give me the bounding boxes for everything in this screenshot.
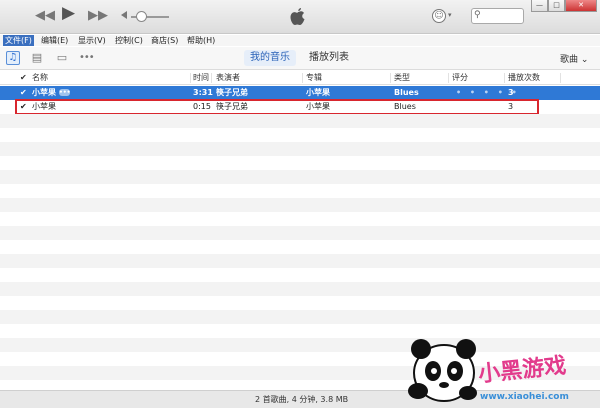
empty-row bbox=[0, 310, 600, 324]
more-icon[interactable]: ••• bbox=[79, 51, 95, 65]
empty-row bbox=[0, 296, 600, 310]
music-icon[interactable]: ♫ bbox=[6, 51, 20, 65]
play-icon[interactable]: ▶ bbox=[62, 5, 75, 22]
row-checkbox[interactable]: ✔ bbox=[20, 86, 27, 100]
empty-row bbox=[0, 142, 600, 156]
column-divider bbox=[190, 73, 191, 83]
view-select[interactable]: 歌曲 ⌄ bbox=[560, 52, 588, 65]
empty-row bbox=[0, 184, 600, 198]
cell-album: 小苹果 bbox=[306, 88, 330, 97]
empty-row bbox=[0, 282, 600, 296]
search-icon: ⚲ bbox=[474, 10, 481, 20]
search-box[interactable]: ⚲ bbox=[471, 8, 524, 24]
empty-row bbox=[0, 114, 600, 128]
menu-edit[interactable]: 编辑(E) bbox=[41, 35, 68, 46]
empty-row bbox=[0, 198, 600, 212]
tab-my-music[interactable]: 我的音乐 bbox=[244, 50, 296, 66]
column-time[interactable]: 时间 bbox=[193, 71, 209, 85]
volume-slider-knob[interactable] bbox=[136, 11, 147, 22]
column-divider bbox=[504, 73, 505, 83]
column-header: ✔ 名称 时间 表演者 专辑 类型 评分 播放次数 bbox=[0, 71, 600, 85]
menu-store[interactable]: 商店(S) bbox=[151, 35, 178, 46]
fast-forward-icon[interactable]: ▶▶ bbox=[88, 9, 108, 23]
rewind-icon[interactable]: ◀◀ bbox=[35, 9, 55, 23]
column-name[interactable]: 名称 bbox=[32, 71, 48, 85]
column-divider bbox=[448, 73, 449, 83]
account-icon[interactable]: ☺ bbox=[432, 9, 446, 23]
tv-icon[interactable]: ▭ bbox=[55, 51, 69, 65]
film-icon[interactable]: ▤ bbox=[30, 51, 44, 65]
menu-bar: 文件(F) 编辑(E) 显示(V) 控制(C) 商店(S) 帮助(H) bbox=[0, 35, 600, 46]
column-artist[interactable]: 表演者 bbox=[216, 71, 240, 85]
cell-time: 3:31 bbox=[193, 88, 213, 97]
column-divider bbox=[302, 73, 303, 83]
apple-logo-icon bbox=[290, 8, 305, 25]
media-toolbar: ♫ ▤ ▭ ••• 我的音乐 播放列表 歌曲 ⌄ bbox=[0, 47, 600, 70]
cell-plays: 3 bbox=[508, 88, 514, 97]
highlight-outline bbox=[15, 99, 539, 115]
cell-genre: Blues bbox=[394, 88, 419, 97]
column-rating[interactable]: 评分 bbox=[452, 71, 468, 85]
tab-playlists[interactable]: 播放列表 bbox=[303, 50, 355, 66]
more-options-icon[interactable]: ••• bbox=[59, 89, 71, 96]
column-plays[interactable]: 播放次数 bbox=[508, 71, 540, 85]
empty-row bbox=[0, 268, 600, 282]
column-genre[interactable]: 类型 bbox=[394, 71, 410, 85]
empty-row bbox=[0, 254, 600, 268]
table-row[interactable]: ✔ 小苹果 ••• 3:31 筷子兄弟 小苹果 Blues • • • • • 3 bbox=[0, 86, 600, 100]
column-divider bbox=[390, 73, 391, 83]
library-summary: 2 首歌曲, 4 分钟, 3.8 MB bbox=[255, 395, 349, 404]
cell-name: 小苹果 ••• bbox=[32, 86, 71, 100]
search-input[interactable] bbox=[486, 10, 522, 22]
empty-row bbox=[0, 226, 600, 240]
cell-artist: 筷子兄弟 bbox=[216, 88, 248, 97]
column-check[interactable]: ✔ bbox=[20, 71, 27, 85]
menu-controls[interactable]: 控制(C) bbox=[115, 35, 143, 46]
empty-row bbox=[0, 128, 600, 142]
chevron-down-icon[interactable]: ▾ bbox=[448, 11, 452, 19]
empty-row bbox=[0, 212, 600, 226]
song-title: 小苹果 bbox=[32, 88, 56, 97]
menu-file[interactable]: 文件(F) bbox=[3, 35, 34, 46]
empty-row bbox=[0, 170, 600, 184]
close-button[interactable]: ✕ bbox=[565, 0, 597, 12]
volume-icon bbox=[121, 11, 127, 19]
column-divider bbox=[560, 73, 561, 83]
menu-help[interactable]: 帮助(H) bbox=[187, 35, 215, 46]
maximize-button[interactable]: □ bbox=[548, 0, 565, 12]
empty-row bbox=[0, 240, 600, 254]
column-divider bbox=[211, 73, 212, 83]
column-album[interactable]: 专辑 bbox=[306, 71, 322, 85]
empty-row bbox=[0, 156, 600, 170]
watermark-url: www.xiaohei.com bbox=[480, 392, 569, 402]
minimize-button[interactable]: — bbox=[531, 0, 548, 12]
menu-view[interactable]: 显示(V) bbox=[78, 35, 106, 46]
player-bar: ◀◀ ▶ ▶▶ ☺ ▾ ⚲ — □ ✕ bbox=[0, 0, 600, 34]
